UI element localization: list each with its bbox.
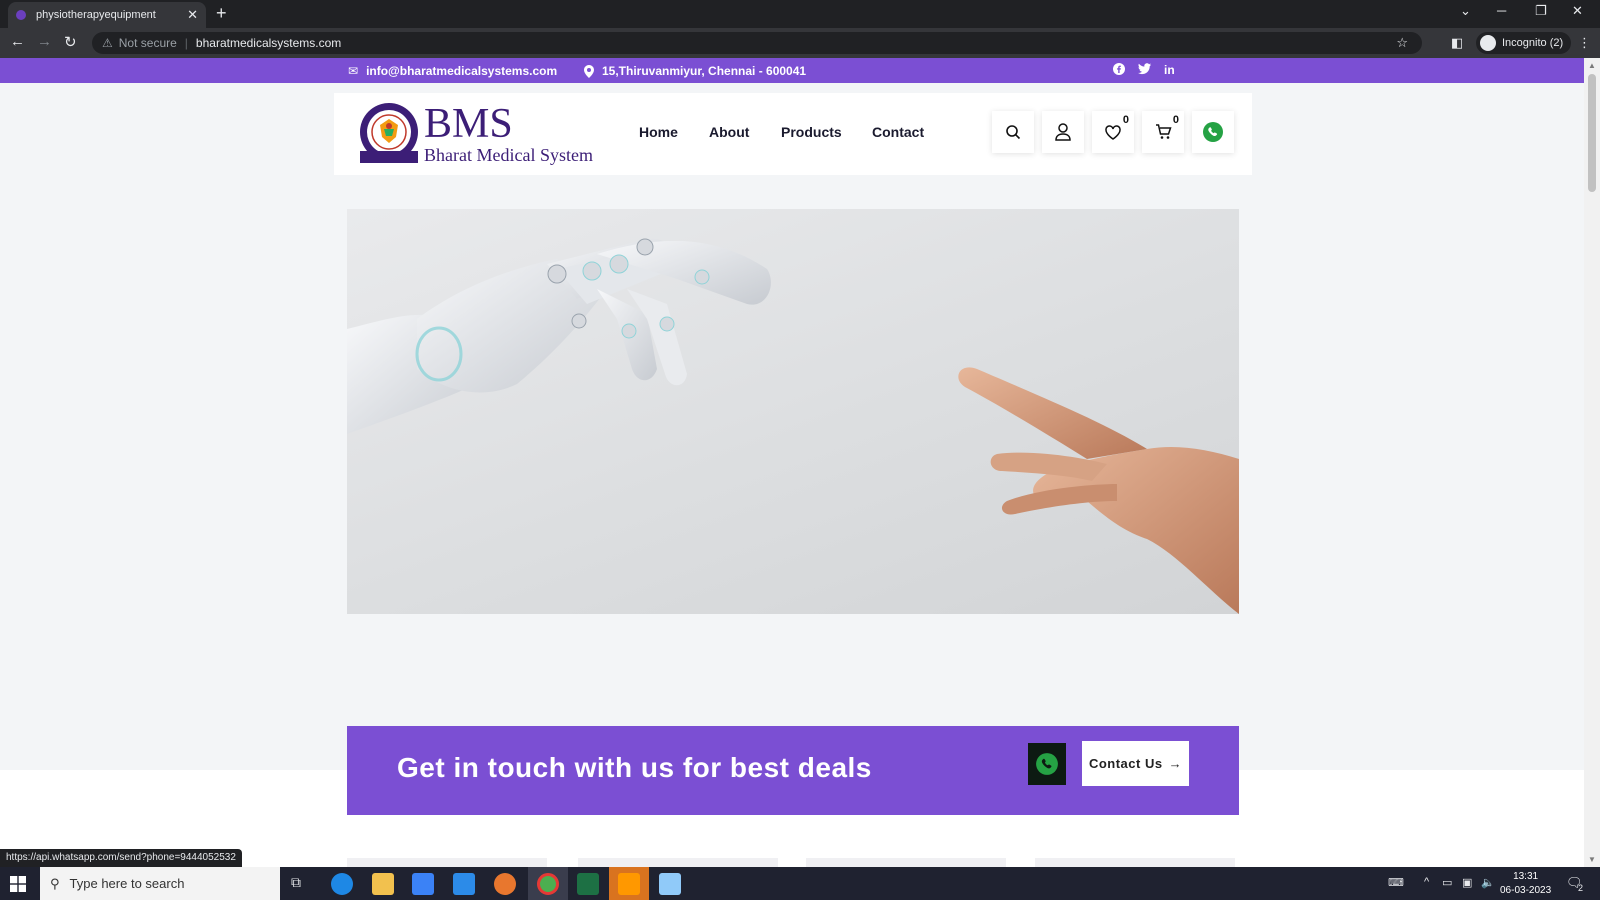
- address-text: 15,Thiruvanmiyur, Chennai - 600041: [602, 64, 807, 78]
- bms-emblem-logo[interactable]: [356, 101, 422, 167]
- keyboard-icon[interactable]: ⌨: [1388, 876, 1404, 889]
- warning-icon: ⚠: [102, 36, 113, 50]
- tab-title: physiotherapyequipment: [36, 9, 156, 21]
- sublime-text-icon[interactable]: [618, 873, 640, 895]
- topbar-address: 15,Thiruvanmiyur, Chennai - 600041: [584, 64, 806, 78]
- clock-time: 13:31: [1513, 871, 1539, 882]
- windows-start-icon[interactable]: [10, 876, 26, 892]
- contact-cta-banner: Get in touch with us for best deals Cont…: [347, 726, 1239, 815]
- tab-search-icon[interactable]: ⌄: [1460, 3, 1471, 19]
- page-scrollbar[interactable]: ▲ ▼: [1584, 58, 1600, 867]
- email-text: info@bharatmedicalsystems.com: [366, 64, 558, 78]
- contact-us-label: Contact Us: [1088, 756, 1163, 771]
- omnibox-separator: |: [184, 36, 188, 50]
- url-text: bharatmedicalsystems.com: [195, 36, 342, 50]
- network-icon[interactable]: ▣: [1462, 876, 1472, 889]
- minimize-icon[interactable]: ─: [1497, 3, 1506, 18]
- incognito-icon: [1480, 35, 1496, 51]
- account-button[interactable]: [1042, 111, 1084, 153]
- side-panel-icon[interactable]: ◧: [1451, 35, 1463, 51]
- mail-app-icon[interactable]: [453, 873, 475, 895]
- volume-icon[interactable]: 🔈: [1481, 876, 1495, 889]
- search-button[interactable]: [992, 111, 1034, 153]
- scroll-down-icon[interactable]: ▼: [1588, 855, 1596, 864]
- file-explorer-icon[interactable]: [372, 873, 394, 895]
- site-favicon-icon: [16, 10, 26, 20]
- product-card-placeholder: [347, 858, 547, 867]
- restore-icon[interactable]: ❐: [1535, 3, 1547, 19]
- logo-subtitle: Bharat Medical System: [424, 145, 593, 165]
- taskbar-search-placeholder: Type here to search: [69, 876, 185, 891]
- search-icon: ⚲: [50, 875, 60, 891]
- mail-icon: ✉: [348, 64, 359, 78]
- whatsapp-icon: [1036, 753, 1058, 775]
- address-bar[interactable]: ⚠ Not secure | bharatmedicalsystems.com …: [92, 32, 1422, 54]
- topbar-email[interactable]: ✉ info@bharatmedicalsystems.com: [348, 64, 557, 78]
- hero-banner-image: [347, 209, 1239, 614]
- whatsapp-header-button[interactable]: [1192, 111, 1234, 153]
- show-hidden-icons[interactable]: ^: [1424, 876, 1429, 888]
- twitter-icon[interactable]: [1138, 63, 1151, 78]
- profile-label: Incognito (2): [1502, 37, 1564, 49]
- user-icon: [1055, 123, 1071, 141]
- product-card-placeholder: [578, 858, 778, 867]
- cta-headline: Get in touch with us for best deals: [397, 752, 872, 783]
- nav-contact[interactable]: Contact: [872, 124, 924, 140]
- wishlist-button[interactable]: 0: [1092, 111, 1134, 153]
- browser-tab-strip: physiotherapyequipment ✕ + ⌄ ─ ❐ ✕: [0, 0, 1600, 28]
- notification-count-badge: 2: [1578, 883, 1584, 893]
- product-card-placeholder: [1035, 858, 1235, 867]
- back-icon[interactable]: ←: [10, 33, 25, 50]
- wishlist-count-badge: 0: [1122, 114, 1129, 126]
- windows-taskbar: ⚲ Type here to search ⧉ ⌨ ^ ▭ ▣ 🔈 13:31 …: [0, 867, 1600, 900]
- taskbar-search-box[interactable]: ⚲ Type here to search: [40, 867, 280, 900]
- contact-topbar: ✉ info@bharatmedicalsystems.com 15,Thiru…: [0, 58, 1584, 83]
- firefox-icon[interactable]: [494, 873, 516, 895]
- new-tab-button[interactable]: +: [216, 3, 227, 24]
- task-view-icon[interactable]: ⧉: [291, 874, 301, 891]
- window-close-icon[interactable]: ✕: [1572, 3, 1583, 19]
- heart-icon: [1105, 124, 1121, 140]
- arrow-right-icon: →: [1168, 756, 1183, 771]
- location-pin-icon: [584, 64, 594, 78]
- meet-now-icon[interactable]: ▭: [1442, 876, 1452, 889]
- whatsapp-icon: [1203, 122, 1223, 142]
- search-icon: [1006, 125, 1021, 140]
- nav-products[interactable]: Products: [781, 124, 842, 140]
- logo-wordmark[interactable]: BMS: [424, 103, 513, 145]
- facebook-icon[interactable]: [1113, 63, 1125, 78]
- bookmark-star-icon[interactable]: ☆: [1396, 35, 1408, 51]
- tab-close-icon[interactable]: ✕: [187, 7, 198, 23]
- store-icon[interactable]: [412, 873, 434, 895]
- incognito-profile-button[interactable]: Incognito (2): [1476, 32, 1572, 54]
- browser-toolbar: ← → ↻ ⚠ Not secure | bharatmedicalsystem…: [0, 28, 1600, 58]
- product-card-placeholder: [806, 858, 1006, 867]
- nav-about[interactable]: About: [709, 124, 749, 140]
- cart-button[interactable]: 0: [1142, 111, 1184, 153]
- clock-date: 06-03-2023: [1500, 885, 1552, 896]
- web-page: ✉ info@bharatmedicalsystems.com 15,Thiru…: [0, 58, 1584, 867]
- link-status-bubble: https://api.whatsapp.com/send?phone=9444…: [0, 849, 242, 867]
- contact-us-button[interactable]: Contact Us →: [1082, 741, 1189, 786]
- linkedin-icon[interactable]: in: [1164, 63, 1175, 77]
- reload-icon[interactable]: ↻: [64, 33, 77, 51]
- security-label: Not secure: [118, 36, 177, 50]
- browser-tab[interactable]: physiotherapyequipment ✕: [8, 2, 206, 28]
- chrome-icon[interactable]: [537, 873, 559, 895]
- excel-icon[interactable]: [577, 873, 599, 895]
- cart-icon: [1155, 124, 1172, 139]
- scrollbar-thumb[interactable]: [1588, 74, 1596, 192]
- nav-home[interactable]: Home: [639, 124, 678, 140]
- cta-whatsapp-button[interactable]: [1028, 743, 1066, 785]
- cart-count-badge: 0: [1172, 114, 1179, 126]
- edge-icon[interactable]: [331, 873, 353, 895]
- browser-menu-icon[interactable]: ⋮: [1578, 35, 1591, 51]
- system-clock[interactable]: 13:31 06-03-2023: [1500, 870, 1551, 898]
- site-header: BMS Bharat Medical System Home About Pro…: [334, 93, 1252, 175]
- notepad-icon[interactable]: [659, 873, 681, 895]
- scroll-up-icon[interactable]: ▲: [1588, 61, 1596, 70]
- robot-human-hands-illustration: [347, 238, 1239, 614]
- forward-icon[interactable]: →: [37, 33, 52, 50]
